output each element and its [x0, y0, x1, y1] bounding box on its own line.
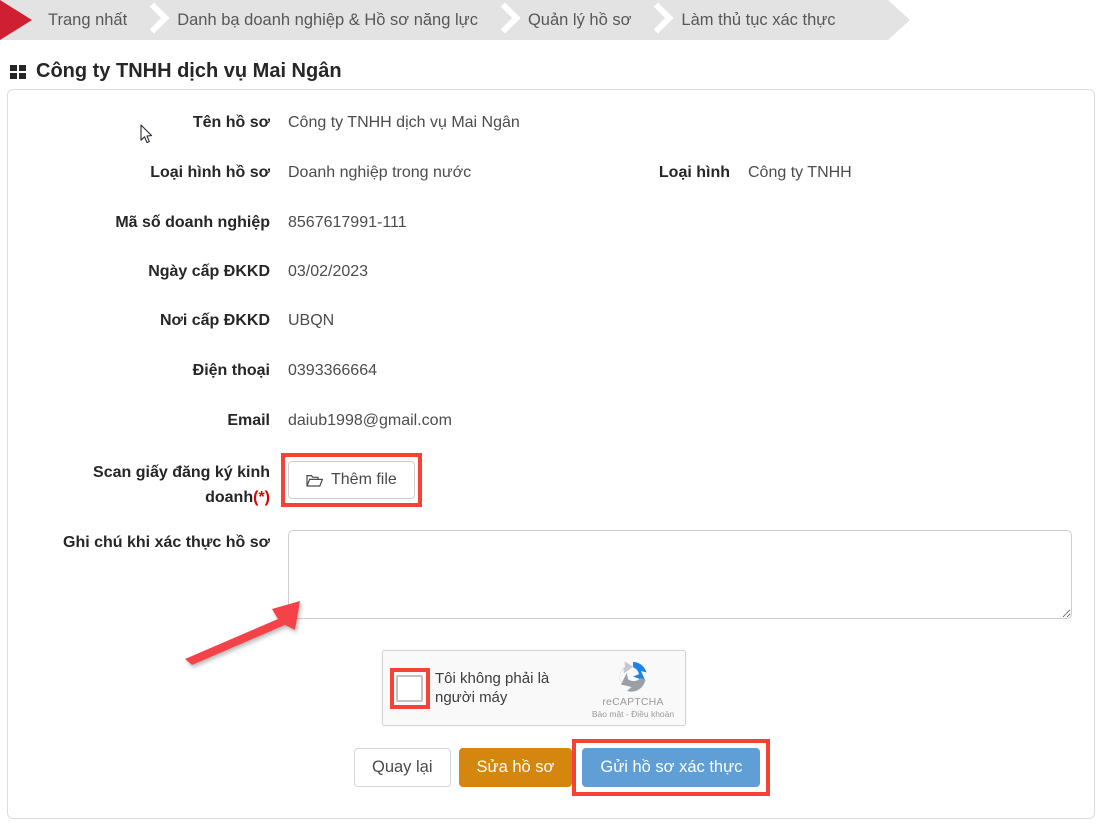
field-label: Email — [227, 412, 270, 429]
field-row-company-type: Loại hình Công ty TNHH — [560, 162, 852, 184]
page-title-row: Công ty TNHH dịch vụ Mai Ngân — [10, 60, 342, 83]
recaptcha-logo-icon — [614, 657, 652, 695]
edit-profile-button[interactable]: Sửa hồ sơ — [458, 748, 573, 787]
add-file-button[interactable]: Thêm file — [288, 461, 415, 499]
field-label: Mã số doanh nghiệp — [115, 214, 270, 231]
folder-open-icon — [306, 474, 323, 487]
add-file-button-label: Thêm file — [331, 471, 397, 488]
grid-icon — [10, 64, 27, 79]
field-label: Điện thoại — [192, 362, 270, 379]
page-title: Công ty TNHH dịch vụ Mai Ngân — [36, 60, 342, 82]
field-value: 03/02/2023 — [288, 263, 369, 280]
field-row-email: Email daiub1998@gmail.com — [50, 410, 452, 432]
field-row-license-place: Nơi cấp ĐKKD UBQN — [50, 310, 334, 332]
action-button-row: Quay lại Sửa hồ sơ Gửi hồ sơ xác thực — [354, 739, 771, 796]
field-row-license-date: Ngày cấp ĐKKD 03/02/2023 — [50, 261, 368, 283]
note-row: Ghi chú khi xác thực hồ sơ — [50, 530, 1072, 619]
field-value: 0393366664 — [288, 362, 377, 379]
breadcrumb-item-manage-profile[interactable]: Quản lý hồ sơ — [520, 11, 639, 30]
field-value: UBQN — [288, 312, 335, 329]
field-value: 8567617991-111 — [288, 214, 407, 231]
note-label: Ghi chú khi xác thực hồ sơ — [63, 534, 270, 551]
chevron-right-icon — [135, 0, 169, 40]
add-file-button-wrap: Thêm file — [281, 453, 422, 507]
field-row-profile-name: Tên hồ sơ Công ty TNHH dịch vụ Mai Ngân — [50, 112, 520, 134]
recaptcha-label: Tôi không phải là người máy — [435, 670, 550, 706]
recaptcha-links[interactable]: Bảo mật - Điều khoản — [587, 709, 679, 719]
scan-license-label-text: Scan giấy đăng ký kinh doanh — [93, 464, 270, 506]
breadcrumb-item-home[interactable]: Trang nhất — [40, 11, 135, 30]
required-marker: (*) — [253, 489, 270, 506]
breadcrumb-tip — [888, 0, 910, 40]
note-textarea[interactable] — [288, 530, 1072, 619]
recaptcha-checkbox[interactable] — [395, 674, 423, 702]
field-value: daiub1998@gmail.com — [288, 412, 452, 429]
field-label: Loại hình — [658, 164, 730, 181]
submit-button-wrap: Gửi hồ sơ xác thực — [572, 739, 771, 796]
field-row-profile-type: Loại hình hồ sơ Doanh nghiệp trong nước — [50, 162, 471, 184]
breadcrumb-item-directory[interactable]: Danh bạ doanh nghiệp & Hồ sơ năng lực — [169, 11, 486, 30]
recaptcha-brand-name: reCAPTCHA — [602, 696, 664, 708]
field-value: Công ty TNHH — [748, 164, 852, 181]
recaptcha-brand: reCAPTCHA Bảo mật - Điều khoản — [587, 657, 685, 719]
field-value: Công ty TNHH dịch vụ Mai Ngân — [288, 114, 520, 131]
submit-button[interactable]: Gửi hồ sơ xác thực — [582, 748, 761, 787]
breadcrumb-start-marker — [0, 0, 32, 40]
breadcrumb: Trang nhất Danh bạ doanh nghiệp & Hồ sơ … — [0, 0, 1105, 40]
field-row-phone: Điện thoại 0393366664 — [50, 360, 377, 382]
field-value: Doanh nghiệp trong nước — [288, 164, 472, 181]
breadcrumb-items: Trang nhất Danh bạ doanh nghiệp & Hồ sơ … — [40, 0, 844, 40]
chevron-right-icon — [639, 0, 673, 40]
scan-license-label: Scan giấy đăng ký kinh doanh(*) — [50, 460, 270, 510]
field-label: Ngày cấp ĐKKD — [148, 263, 270, 280]
chevron-right-icon — [486, 0, 520, 40]
field-label: Nơi cấp ĐKKD — [159, 312, 270, 329]
recaptcha-checkbox-wrap — [383, 667, 435, 709]
back-button[interactable]: Quay lại — [354, 748, 451, 787]
scan-license-row: Scan giấy đăng ký kinh doanh(*) Thêm fil… — [50, 453, 422, 510]
field-row-business-code: Mã số doanh nghiệp 8567617991-111 — [50, 212, 407, 234]
breadcrumb-item-verification[interactable]: Làm thủ tục xác thực — [673, 11, 843, 30]
recaptcha-widget: Tôi không phải là người máy reCAPTCHA Bả… — [382, 650, 686, 726]
field-label: Tên hồ sơ — [192, 114, 270, 131]
field-label: Loại hình hồ sơ — [150, 164, 270, 181]
